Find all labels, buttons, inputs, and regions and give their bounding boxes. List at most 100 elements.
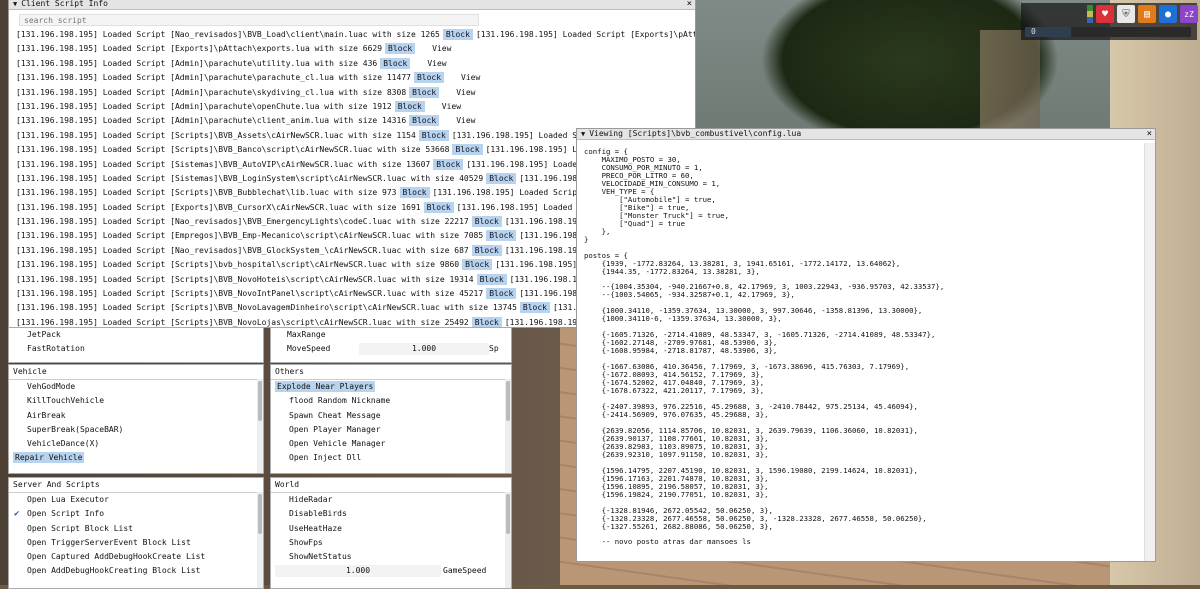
vehicle-item[interactable]: Repair Vehicle bbox=[9, 451, 263, 465]
world-item[interactable]: ShowFps bbox=[271, 536, 511, 550]
collapse-triangle-icon[interactable]: ▼ bbox=[13, 0, 17, 8]
block-button[interactable]: Block bbox=[486, 172, 517, 184]
block-button[interactable]: Block bbox=[409, 115, 440, 127]
others-panel-title: Others bbox=[271, 365, 511, 380]
shield-icon: ⛨ bbox=[1117, 5, 1135, 23]
world-item[interactable]: DisableBirds bbox=[271, 507, 511, 521]
log-text: [131.196.198.195] Loaded Script [Exports… bbox=[16, 44, 383, 54]
viewing-window-titlebar[interactable]: ▼ Viewing [Scripts]\bvb_combustivel\confi… bbox=[577, 129, 1155, 140]
server-item[interactable]: ✔ Open Script Info bbox=[9, 507, 263, 521]
log-text: [131.196.198.195] Loaded Script [Scripts… bbox=[16, 130, 416, 140]
world-item-label: HideRadar bbox=[289, 495, 333, 504]
view-button[interactable]: View bbox=[427, 57, 446, 71]
log-text: [131.196.198.195] Loaded Script [Exports… bbox=[16, 202, 421, 212]
maxrange-item[interactable]: MaxRange bbox=[271, 328, 511, 342]
vehicle-item[interactable]: KillTouchVehicle bbox=[9, 394, 263, 408]
vehicle-scrollbar[interactable] bbox=[257, 379, 263, 473]
block-button[interactable]: Block bbox=[471, 216, 502, 228]
log-text: [131.196.198.195] Loaded Script [Nao_rev… bbox=[16, 30, 440, 39]
view-button[interactable]: View bbox=[432, 42, 451, 56]
server-item[interactable]: Open Lua Executor bbox=[9, 493, 263, 507]
world-item[interactable]: ShowNetStatus bbox=[271, 550, 511, 564]
vehicle-item[interactable]: VehGodMode bbox=[9, 380, 263, 394]
block-button[interactable]: Block bbox=[399, 187, 430, 199]
script-log-line: [131.196.198.195] Loaded Script [Admin]\… bbox=[9, 114, 695, 128]
heart-icon: ♥ bbox=[1096, 5, 1114, 23]
script-code-view[interactable]: config = { MAXIMO_POSTO = 30, CONSUMO_PO… bbox=[577, 140, 1155, 554]
checkmark-icon: ✔ bbox=[14, 509, 20, 520]
others-item[interactable]: Open Vehicle Manager bbox=[271, 437, 511, 451]
others-item[interactable]: Explode Near Players bbox=[271, 380, 511, 394]
collapse-triangle-icon[interactable]: ▼ bbox=[581, 130, 585, 138]
others-item[interactable]: Open Inject Dll bbox=[271, 451, 511, 465]
others-scrollbar[interactable] bbox=[505, 379, 511, 473]
others-item[interactable]: Open Player Manager bbox=[271, 423, 511, 437]
server-item[interactable]: Open TriggerServerEvent Block List bbox=[9, 536, 263, 550]
vehicle-item-label: SuperBreak(SpaceBAR) bbox=[27, 424, 124, 434]
script-log-line: [131.196.198.195] Loaded Script [Admin]\… bbox=[9, 57, 695, 71]
search-script-input[interactable] bbox=[19, 14, 479, 26]
player-item[interactable]: FastRotation bbox=[9, 342, 263, 356]
client-script-info-titlebar[interactable]: ▼ Client Script Info × bbox=[9, 0, 695, 10]
log-text: [131.196.198.195] Loaded Script [Scripts… bbox=[16, 274, 474, 284]
close-icon[interactable]: × bbox=[1147, 129, 1152, 139]
world-item-label: ShowNetStatus bbox=[289, 552, 352, 562]
viewing-script-window: ▼ Viewing [Scripts]\bvb_combustivel\confi… bbox=[576, 128, 1156, 562]
world-scrollbar[interactable] bbox=[505, 492, 511, 588]
block-button[interactable]: Block bbox=[442, 29, 473, 40]
player-panel-right: MaxRange MoveSpeed 1.000 Sp bbox=[270, 327, 512, 363]
block-button[interactable]: Block bbox=[519, 302, 550, 314]
others-item-label: Explode Near Players bbox=[275, 381, 376, 392]
block-button[interactable]: Block bbox=[462, 259, 493, 271]
close-icon[interactable]: × bbox=[687, 0, 692, 9]
block-button[interactable]: Block bbox=[423, 201, 454, 213]
log-text: [131.196.198.195] Loaded Script [Admin]\… bbox=[16, 116, 407, 126]
log-text: [131.196.198.195] Loaded Script [Nao_rev… bbox=[16, 245, 469, 255]
block-button[interactable]: Block bbox=[486, 288, 517, 300]
server-item[interactable]: Open AddDebugHookCreating Block List bbox=[9, 564, 263, 578]
view-button[interactable]: View bbox=[456, 86, 475, 100]
server-scrollbar[interactable] bbox=[257, 492, 263, 588]
view-button[interactable]: View bbox=[461, 71, 480, 85]
block-button[interactable]: Block bbox=[394, 100, 425, 112]
code-scrollbar[interactable] bbox=[1144, 143, 1155, 561]
movespeed-item[interactable]: MoveSpeed 1.000 Sp bbox=[271, 342, 511, 356]
world-item[interactable]: HideRadar bbox=[271, 493, 511, 507]
others-item[interactable]: flood Random Nickname bbox=[271, 394, 511, 408]
script-log-line: [131.196.198.195] Loaded Script [Nao_rev… bbox=[9, 28, 695, 42]
block-button[interactable]: Block bbox=[380, 57, 411, 69]
view-button[interactable]: View bbox=[456, 114, 475, 128]
player-item[interactable]: JetPack bbox=[9, 328, 263, 342]
viewing-window-title: Viewing [Scripts]\bvb_combustivel\config… bbox=[589, 129, 802, 138]
gamespeed-slider[interactable]: 1.000 bbox=[275, 565, 441, 578]
block-button[interactable]: Block bbox=[452, 144, 483, 156]
block-button[interactable]: Block bbox=[385, 43, 416, 55]
script-log-line: [131.196.198.195] Loaded Script [Exports… bbox=[9, 42, 695, 56]
block-button[interactable]: Block bbox=[486, 230, 517, 242]
block-button[interactable]: Block bbox=[471, 244, 502, 256]
block-button[interactable]: Block bbox=[476, 273, 507, 285]
others-item-label: Open Vehicle Manager bbox=[289, 439, 386, 449]
vehicle-item-label: Repair Vehicle bbox=[13, 452, 85, 464]
gamespeed-item[interactable]: 1.000 GameSpeed bbox=[271, 564, 511, 578]
server-item[interactable]: Open Captured AddDebugHookCreate List bbox=[9, 550, 263, 564]
server-item-label: Open Script Info bbox=[27, 509, 105, 519]
world-item-label: UseHeatHaze bbox=[289, 523, 342, 533]
vehicle-item-label: KillTouchVehicle bbox=[27, 396, 105, 406]
movespeed-slider[interactable]: 1.000 bbox=[359, 343, 489, 356]
view-button[interactable]: View bbox=[442, 100, 461, 114]
gamespeed-label: GameSpeed bbox=[443, 566, 487, 576]
vehicle-item[interactable]: SuperBreak(SpaceBAR) bbox=[9, 423, 263, 437]
block-button[interactable]: Block bbox=[413, 72, 445, 84]
vehicle-item[interactable]: VehicleDance(X) bbox=[9, 437, 263, 451]
block-button[interactable]: Block bbox=[409, 86, 440, 98]
vehicle-item[interactable]: AirBreak bbox=[9, 409, 263, 423]
world-item-label: ShowFps bbox=[289, 537, 323, 547]
others-item[interactable]: Spawn Cheat Message bbox=[271, 409, 511, 423]
window-title: Client Script Info bbox=[21, 0, 108, 8]
block-button[interactable]: Block bbox=[418, 129, 449, 141]
block-button[interactable]: Block bbox=[433, 158, 464, 170]
server-item[interactable]: Open Script Block List bbox=[9, 522, 263, 536]
world-item[interactable]: UseHeatHaze bbox=[271, 522, 511, 536]
hud-progress-bar: 0 bbox=[1025, 27, 1191, 37]
